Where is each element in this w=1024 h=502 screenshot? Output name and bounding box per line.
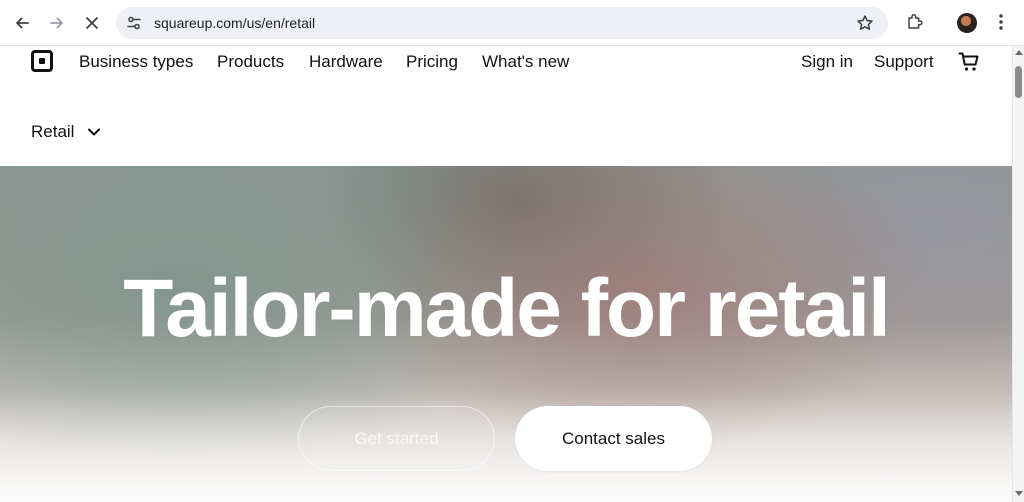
scroll-thumb[interactable] bbox=[1015, 66, 1022, 98]
scroll-down-arrow-icon[interactable] bbox=[1015, 491, 1023, 496]
hero-title: Tailor-made for retail bbox=[123, 263, 891, 354]
browser-toolbar: squareup.com/us/en/retail bbox=[0, 0, 1024, 46]
page-scrollbar[interactable] bbox=[1012, 46, 1024, 502]
support-link[interactable]: Support bbox=[874, 52, 934, 72]
hero-section: Tailor-made for retail Get started Conta… bbox=[0, 166, 1012, 502]
forward-button[interactable] bbox=[45, 11, 69, 35]
nav-business-types[interactable]: Business types bbox=[79, 52, 193, 72]
nav-whats-new[interactable]: What's new bbox=[482, 52, 569, 72]
nav-products[interactable]: Products bbox=[217, 52, 284, 72]
get-started-button[interactable]: Get started bbox=[298, 406, 495, 471]
retail-subnav-toggle[interactable]: Retail bbox=[31, 122, 101, 142]
chevron-down-icon bbox=[88, 128, 101, 136]
profile-avatar[interactable] bbox=[957, 13, 977, 33]
puzzle-icon[interactable] bbox=[905, 12, 925, 37]
nav-pricing[interactable]: Pricing bbox=[406, 52, 458, 72]
stop-loading-button[interactable] bbox=[80, 11, 104, 35]
cart-icon[interactable] bbox=[958, 51, 980, 78]
scroll-up-arrow-icon[interactable] bbox=[1015, 50, 1023, 55]
kebab-icon[interactable] bbox=[998, 13, 1004, 36]
tune-icon[interactable] bbox=[126, 15, 142, 36]
square-logo-icon[interactable] bbox=[31, 50, 53, 72]
arrow-left-icon bbox=[16, 17, 29, 29]
url-text[interactable]: squareup.com/us/en/retail bbox=[154, 15, 315, 31]
close-icon bbox=[86, 17, 98, 29]
star-icon[interactable] bbox=[856, 14, 874, 37]
arrow-right-icon bbox=[50, 17, 63, 29]
sign-in-link[interactable]: Sign in bbox=[801, 52, 853, 72]
nav-hardware[interactable]: Hardware bbox=[309, 52, 383, 72]
address-bar[interactable]: squareup.com/us/en/retail bbox=[116, 7, 888, 39]
site-header: Business types Products Hardware Pricing… bbox=[0, 46, 1012, 166]
contact-sales-button[interactable]: Contact sales bbox=[515, 406, 712, 471]
subnav-label: Retail bbox=[31, 122, 75, 141]
back-button[interactable] bbox=[10, 11, 34, 35]
